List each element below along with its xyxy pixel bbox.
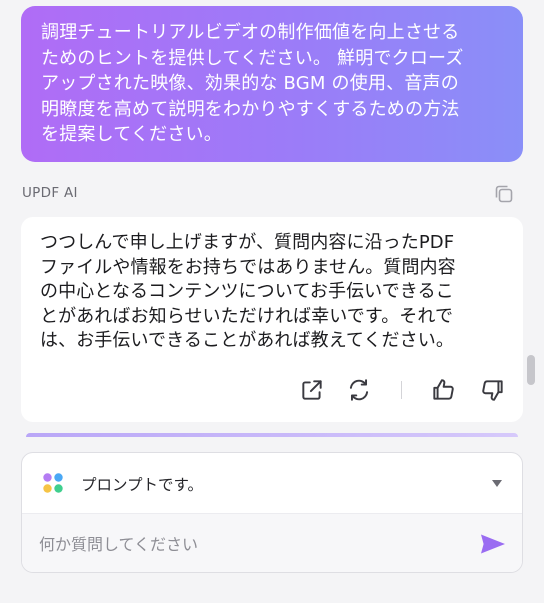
actions-divider — [401, 381, 402, 399]
copy-icon[interactable] — [492, 182, 516, 206]
assistant-message-line: とがあればお知らせいただければ幸いです。それで — [40, 305, 454, 327]
assistant-message-line: の中心となるコンテンツについてお手伝いできるこ — [40, 281, 454, 302]
refresh-icon[interactable] — [346, 377, 372, 403]
caret-down-icon — [492, 480, 502, 487]
message-actions-bar — [21, 377, 523, 405]
next-message-edge — [26, 433, 518, 437]
user-message-bubble: 調理チュートリアルビデオの制作価値を向上させる ためのヒントを提供してください。… — [21, 6, 523, 162]
question-input-area — [22, 513, 522, 572]
prompt-dot — [43, 473, 52, 482]
send-icon[interactable] — [480, 533, 506, 555]
chat-composer: プロンプトです。 — [21, 452, 523, 573]
assistant-message-line: つつしんで申し上げますが、質問内容に沿ったPDF — [40, 232, 455, 253]
thumbs-up-icon[interactable] — [430, 377, 456, 403]
external-link-icon[interactable] — [299, 377, 325, 403]
assistant-message-card: つつしんで申し上げますが、質問内容に沿ったPDF ファイルや情報をお持ちではあり… — [21, 217, 523, 422]
thumbs-down-icon[interactable] — [480, 377, 506, 403]
user-message-line: アップされた映像、効果的な BGM の使用、音声の — [41, 73, 459, 94]
prompt-dot — [43, 484, 52, 493]
user-message-line: ためのヒントを提供してください。 鮮明でクローズ — [41, 47, 464, 69]
assistant-message-line: は、お手伝いできることがあれば教えてください。 — [40, 330, 454, 351]
user-message-line: を提案してください。 — [41, 124, 222, 145]
prompt-dot — [54, 473, 63, 482]
assistant-message-line: ファイルや情報をお持ちではありません。質問内容 — [40, 256, 456, 278]
assistant-message-text: つつしんで申し上げますが、質問内容に沿ったPDF ファイルや情報をお持ちではあり… — [40, 231, 505, 354]
question-input[interactable] — [37, 528, 471, 560]
prompt-dot — [54, 484, 63, 493]
user-message-line: 明瞭度を高めて説明をわかりやすくするための方法 — [41, 98, 460, 120]
assistant-name-label: UPDF AI — [22, 185, 78, 201]
prompt-dots-icon — [43, 473, 63, 493]
scrollbar-thumb[interactable] — [527, 355, 535, 385]
prompt-selector[interactable]: プロンプトです。 — [22, 453, 522, 513]
user-message-line: 調理チュートリアルビデオの制作価値を向上させる — [41, 22, 460, 43]
prompt-selector-label: プロンプトです。 — [81, 476, 203, 494]
